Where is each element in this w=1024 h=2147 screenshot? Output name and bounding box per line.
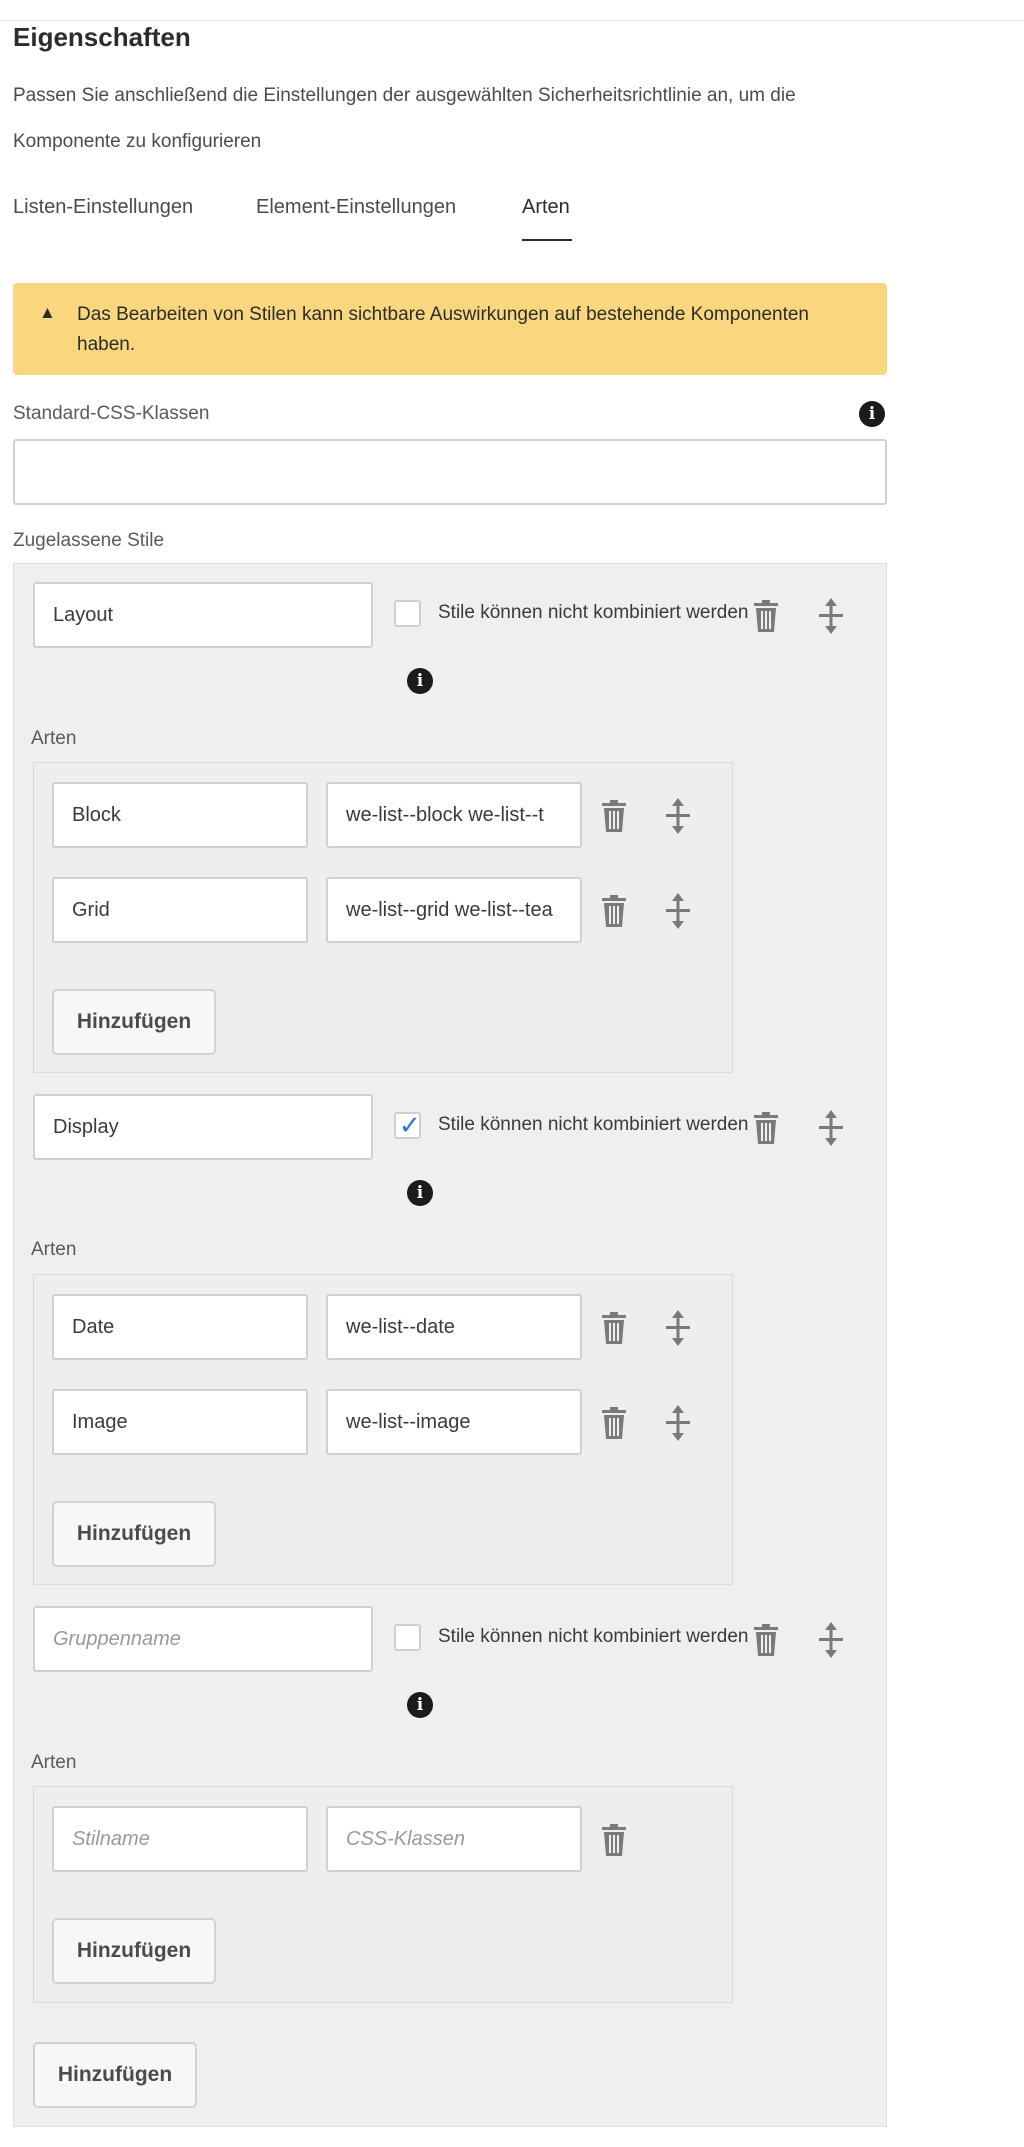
style-name-input[interactable]: Image <box>52 1389 308 1455</box>
default-css-input[interactable] <box>13 439 887 505</box>
style-name-input[interactable]: Date <box>52 1294 308 1360</box>
tab-list-settings[interactable]: Listen-Einstellungen <box>13 196 193 219</box>
style-name-input[interactable]: Block <box>52 782 308 848</box>
tab-item-settings[interactable]: Element-Einstellungen <box>256 196 456 219</box>
combine-label: Stile können nicht kombiniert werden <box>438 602 749 623</box>
delete-group-icon[interactable] <box>751 599 781 633</box>
drag-handle-icon[interactable] <box>817 1622 845 1658</box>
style-css-input[interactable]: we-list--grid we-list--tea <box>326 877 582 943</box>
page-title: Eigenschaften <box>13 22 191 52</box>
info-icon[interactable]: i <box>407 1692 433 1718</box>
active-tab-indicator <box>522 239 572 241</box>
drag-handle-icon[interactable] <box>664 893 692 929</box>
add-group-button[interactable]: Hinzufügen <box>33 2042 197 2108</box>
styles-label: Arten <box>31 728 77 749</box>
style-css-input[interactable]: we-list--block we-list--t <box>326 782 582 848</box>
delete-style-icon[interactable] <box>599 799 629 833</box>
add-style-button[interactable]: Hinzufügen <box>52 1501 216 1567</box>
style-name-input[interactable]: Stilname <box>52 1806 308 1872</box>
info-icon[interactable]: i <box>859 401 885 427</box>
styles-list: Stilname CSS-Klassen Hinzufügen <box>33 1786 733 2003</box>
group-name-input[interactable]: Display <box>33 1094 373 1160</box>
delete-group-icon[interactable] <box>751 1623 781 1657</box>
style-css-input[interactable]: CSS-Klassen <box>326 1806 582 1872</box>
warning-icon: ▲ <box>39 303 56 322</box>
styles-list: Date we-list--date Image we-list--image … <box>33 1274 733 1585</box>
info-icon[interactable]: i <box>407 668 433 694</box>
combine-label: Stile können nicht kombiniert werden <box>438 1114 749 1135</box>
delete-group-icon[interactable] <box>751 1111 781 1145</box>
default-css-label: Standard-CSS-Klassen <box>13 403 210 424</box>
delete-style-icon[interactable] <box>599 1823 629 1857</box>
add-style-button[interactable]: Hinzufügen <box>52 989 216 1055</box>
style-css-input[interactable]: we-list--date <box>326 1294 582 1360</box>
style-name-input[interactable]: Grid <box>52 877 308 943</box>
allowed-styles-label: Zugelassene Stile <box>13 530 165 551</box>
top-divider <box>0 20 1024 21</box>
group-name-input[interactable]: Layout <box>33 582 373 648</box>
drag-handle-icon[interactable] <box>664 798 692 834</box>
drag-handle-icon[interactable] <box>817 1110 845 1146</box>
styles-list: Block we-list--block we-list--t Grid we-… <box>33 762 733 1073</box>
styles-label: Arten <box>31 1239 77 1260</box>
drag-handle-icon[interactable] <box>817 598 845 634</box>
delete-style-icon[interactable] <box>599 894 629 928</box>
page-description-line2: Komponente zu konfigurieren <box>13 131 262 152</box>
tab-styles[interactable]: Arten <box>522 196 570 219</box>
drag-handle-icon[interactable] <box>664 1310 692 1346</box>
page-description-line1: Passen Sie anschließend die Einstellunge… <box>13 85 796 106</box>
styles-label: Arten <box>31 1752 77 1773</box>
info-icon[interactable]: i <box>407 1180 433 1206</box>
combine-label: Stile können nicht kombiniert werden <box>438 1626 749 1647</box>
delete-style-icon[interactable] <box>599 1311 629 1345</box>
style-css-input[interactable]: we-list--image <box>326 1389 582 1455</box>
warning-alert: ▲ Das Bearbeiten von Stilen kann sichtba… <box>13 283 887 375</box>
alert-text: Das Bearbeiten von Stilen kann sichtbare… <box>77 304 809 355</box>
delete-style-icon[interactable] <box>599 1406 629 1440</box>
group-name-input[interactable]: Gruppenname <box>33 1606 373 1672</box>
add-style-button[interactable]: Hinzufügen <box>52 1918 216 1984</box>
allowed-styles-panel: Layout Stile können nicht kombiniert wer… <box>13 563 887 2127</box>
drag-handle-icon[interactable] <box>664 1405 692 1441</box>
